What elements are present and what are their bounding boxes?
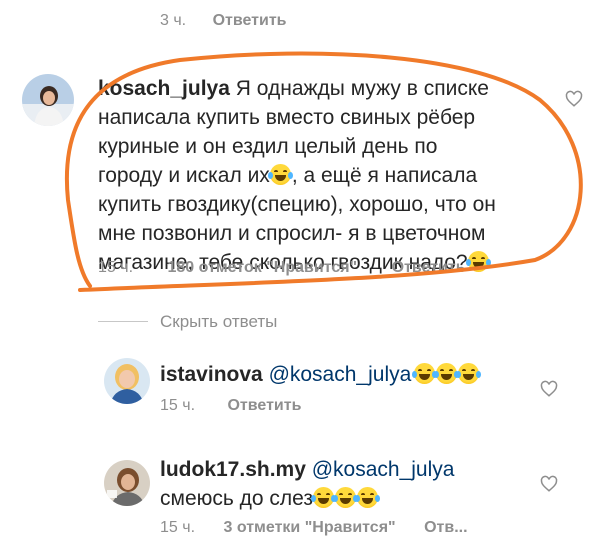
face-with-tears-of-joy-icon [456,363,482,384]
face-with-tears-of-joy-icon [434,363,460,384]
avatar-image [104,460,150,506]
face-with-tears-of-joy-icon [412,363,438,384]
reply-username[interactable]: istavinova [160,363,263,386]
reply-2-likes[interactable]: 3 отметки "Нравится" [223,519,395,536]
reply-2-time: 15 ч. [160,519,196,536]
face-with-tears-of-joy-icon [333,487,359,508]
face-with-tears-of-joy-icon [311,487,337,508]
hide-replies-button[interactable]: Скрыть ответы [160,312,277,332]
heart-outline-icon[interactable] [540,475,558,493]
reply-2-reply-button[interactable]: Отв... [424,519,467,536]
reply-1-reply-button[interactable]: Ответить [227,397,301,414]
reply-username[interactable]: ludok17.sh.my [160,458,306,481]
avatar-istavinova[interactable] [104,358,150,404]
reply-2-meta: 15 ч. 3 отметки "Нравится" Отв... [160,519,468,537]
reply-2-line-2: смеюсь до слез [160,484,490,513]
reply-ludok17: ludok17.sh.my @kosach_julya смеюсь до сл… [160,455,490,513]
avatar-image [104,358,150,404]
hide-replies-divider [98,321,148,322]
reply-mention[interactable]: @kosach_julya [312,458,455,481]
avatar-ludok17[interactable] [104,460,150,506]
reply-1-time: 15 ч. [160,397,196,414]
reply-mention[interactable]: @kosach_julya [269,363,412,386]
reply-istavinova: istavinova @kosach_julya [160,360,482,389]
reply-2-line-1: ludok17.sh.my @kosach_julya [160,455,490,484]
face-with-tears-of-joy-icon [355,487,381,508]
reply-1-meta: 15 ч. Ответить [160,397,301,415]
heart-outline-icon[interactable] [540,380,558,398]
